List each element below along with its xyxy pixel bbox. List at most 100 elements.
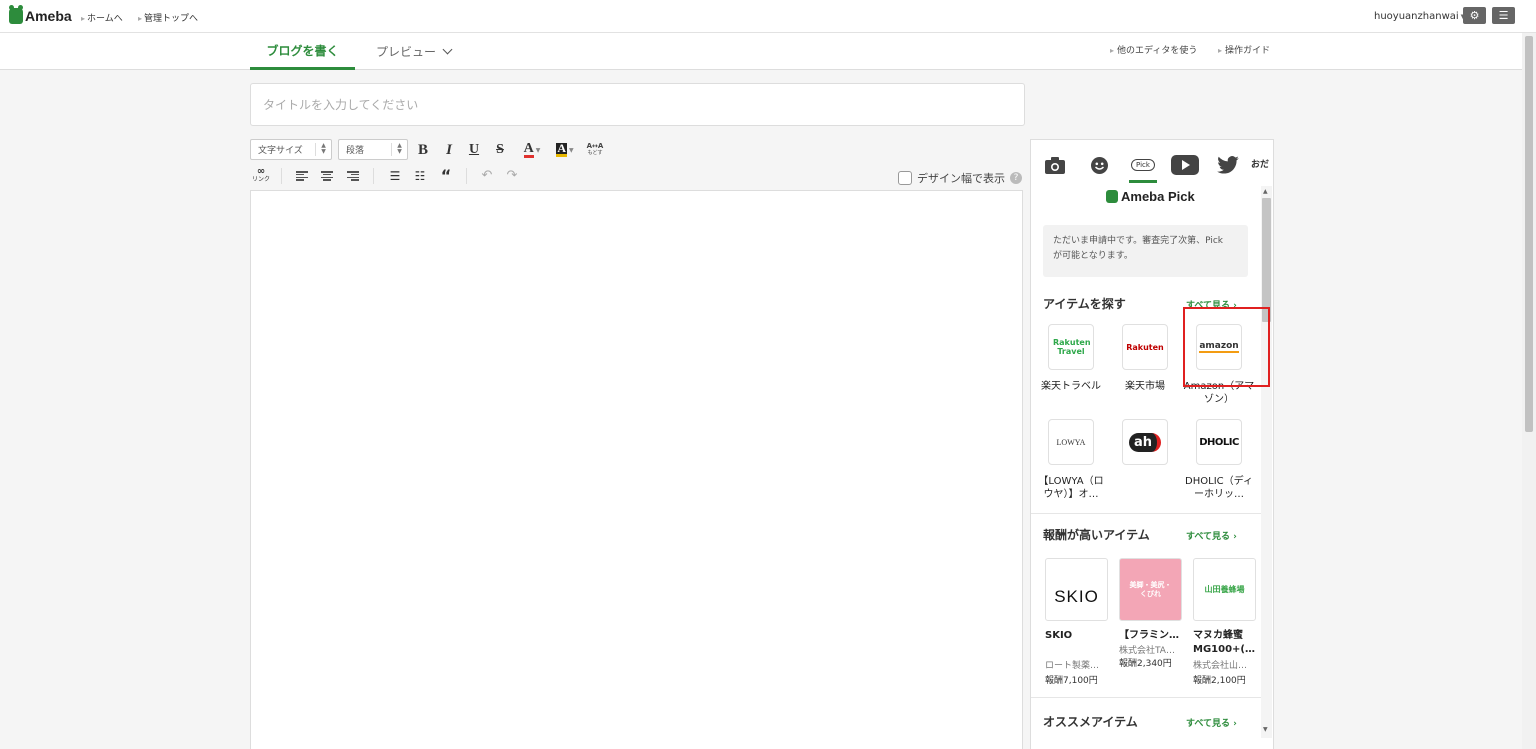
lowya-logo: LOWYA xyxy=(1056,437,1086,447)
reward-item-company: ロート製薬… xyxy=(1045,661,1100,671)
item-logo-lowya[interactable]: LOWYA xyxy=(1048,419,1094,465)
item-label-rakuten-travel[interactable]: 楽天トラベル xyxy=(1035,380,1107,393)
help-icon[interactable]: ? xyxy=(1010,172,1022,184)
reward-item-company: 株式会社山… xyxy=(1193,661,1248,671)
updown-icon: ▲ ▼ xyxy=(391,143,407,156)
home-link[interactable]: ホームへ xyxy=(81,11,123,24)
link-label: リンク xyxy=(251,176,270,183)
operation-guide-link[interactable]: 操作ガイド xyxy=(1218,43,1270,56)
caret-down-icon: ▼ xyxy=(569,146,574,154)
youtube-icon xyxy=(1171,155,1199,175)
section-title-recommend: オススメアイテム xyxy=(1043,715,1138,729)
reward-item-name[interactable]: 【フラミン… xyxy=(1119,629,1181,642)
align-right-icon xyxy=(347,171,359,181)
scroll-down-icon[interactable]: ▼ xyxy=(1263,726,1268,733)
yamada-bee-farm-logo: 山田養蜂場 xyxy=(1204,585,1245,594)
background-color-button[interactable]: A ▼ xyxy=(552,141,578,159)
item-label-rakuten[interactable]: 楽天市場 xyxy=(1109,380,1181,393)
item-label-dholic[interactable]: DHOLIC（ディーホリッ… xyxy=(1183,475,1255,501)
bullet-list-icon: ☰ xyxy=(389,168,401,183)
numbered-list-button[interactable]: ☷ xyxy=(412,168,428,183)
ameba-logo[interactable]: Ameba xyxy=(9,5,72,24)
reward-item-reward: 報酬2,340円 xyxy=(1119,659,1172,669)
pending-notice: ただいま申請中です。審査完了次第、Pick が可能となります。 xyxy=(1043,225,1248,277)
see-all-reward-link[interactable]: すべて見る › xyxy=(1186,529,1237,542)
italic-button[interactable]: I xyxy=(443,141,455,159)
ameba-pick-title: Ameba Pick xyxy=(1121,189,1195,204)
section-divider xyxy=(1031,697,1261,698)
reward-item-image[interactable]: 山田養蜂場 xyxy=(1193,558,1256,621)
clear-format-icon: A↔A xyxy=(586,142,604,150)
admin-top-link[interactable]: 管理トップへ xyxy=(138,11,198,24)
item-logo-dholic[interactable]: DHOLIC xyxy=(1196,419,1242,465)
page-scrollbar-thumb[interactable] xyxy=(1525,36,1533,432)
ameba-pick-logo: Ameba Pick xyxy=(1106,189,1195,204)
ameba-logo-text: Ameba xyxy=(25,8,72,24)
font-color-button[interactable]: A ▼ xyxy=(519,141,545,159)
align-center-icon xyxy=(321,171,333,181)
tab-preview-label: プレビュー xyxy=(376,45,437,59)
see-all-reward-label: すべて見る xyxy=(1186,532,1231,542)
tab-photo[interactable] xyxy=(1044,154,1066,176)
align-center-button[interactable] xyxy=(320,170,334,182)
editor-body[interactable] xyxy=(250,190,1023,749)
redo-button[interactable]: ↷ xyxy=(505,167,519,183)
tab-preview[interactable]: プレビュー xyxy=(376,33,453,70)
font-size-select-label: 文字サイズ xyxy=(258,146,303,156)
paragraph-select[interactable]: 段落 ▲ ▼ xyxy=(338,139,408,160)
item-logo-ah[interactable]: ah xyxy=(1122,419,1168,465)
underline-button[interactable]: U xyxy=(467,141,481,159)
align-right-button[interactable] xyxy=(346,170,360,182)
user-menu[interactable]: huoyuanzhanwai▼ xyxy=(1374,11,1466,22)
tab-twitter[interactable] xyxy=(1216,154,1240,176)
font-size-select[interactable]: 文字サイズ ▲ ▼ xyxy=(250,139,332,160)
item-logo-rakuten-travel[interactable]: Rakuten Travel xyxy=(1048,324,1094,370)
settings-button[interactable]: ⚙ xyxy=(1463,7,1486,24)
undo-button[interactable]: ↶ xyxy=(480,167,494,183)
tab-more[interactable]: おだ xyxy=(1250,154,1270,176)
reward-item-name-line2[interactable]: MG100+(… xyxy=(1193,643,1255,656)
tab-write-blog[interactable]: ブログを書く xyxy=(250,33,355,70)
design-width-checkbox[interactable] xyxy=(898,171,912,185)
align-left-button[interactable] xyxy=(295,170,309,182)
reward-item-company: 株式会社TA… xyxy=(1119,646,1175,656)
reward-item-name[interactable]: SKIO xyxy=(1045,629,1107,642)
tab-youtube[interactable] xyxy=(1170,154,1200,176)
align-left-icon xyxy=(296,171,308,181)
see-all-recommend-link[interactable]: すべて見る › xyxy=(1186,716,1237,729)
scroll-up-icon[interactable]: ▲ xyxy=(1263,188,1268,195)
item-logo-rakuten[interactable]: Rakuten xyxy=(1122,324,1168,370)
tab-emoji[interactable] xyxy=(1088,154,1110,176)
chevron-right-icon: › xyxy=(1233,532,1237,542)
strikethrough-button[interactable]: S xyxy=(493,141,507,159)
design-width-toggle[interactable]: デザイン幅で表示 ? xyxy=(898,170,1022,186)
blockquote-button[interactable]: “ xyxy=(439,166,453,185)
menu-button[interactable]: ☰ xyxy=(1492,7,1515,24)
other-editor-link[interactable]: 他のエディタを使う xyxy=(1110,43,1197,56)
chevron-right-icon: › xyxy=(1233,719,1237,729)
top-bar: Ameba ホームへ 管理トップへ huoyuanzhanwai▼ ⚙ ☰ xyxy=(0,0,1536,33)
rakuten-logo: Rakuten xyxy=(1126,342,1164,352)
clear-format-button[interactable]: A↔A もどす xyxy=(585,141,605,159)
active-tab-indicator xyxy=(1129,180,1157,183)
panel-scrollbar-thumb[interactable] xyxy=(1262,198,1271,322)
ah-logo: ah xyxy=(1128,432,1162,452)
bold-button[interactable]: B xyxy=(416,141,430,159)
bullet-list-button[interactable]: ☰ xyxy=(387,168,403,183)
link-icon: ∞ xyxy=(256,166,266,177)
tab-pick[interactable]: Pick xyxy=(1129,154,1157,176)
ameba-frog-icon xyxy=(1106,190,1118,203)
reward-item-name[interactable]: マヌカ蜂蜜 xyxy=(1193,629,1255,642)
twitter-icon xyxy=(1217,156,1239,174)
highlight-box xyxy=(1183,307,1270,387)
dholic-logo: DHOLIC xyxy=(1199,436,1239,448)
reward-item-image[interactable]: SKIO xyxy=(1045,558,1108,621)
link-button[interactable]: ∞ リンク xyxy=(251,167,271,185)
smiley-icon xyxy=(1090,156,1108,174)
title-input[interactable] xyxy=(250,83,1025,126)
item-label-lowya[interactable]: 【LOWYA（ロウヤ）】オ… xyxy=(1035,475,1107,501)
pending-notice-text: ただいま申請中です。審査完了次第、Pick が可能となります。 xyxy=(1053,236,1223,261)
reward-item-image[interactable]: 美脚・美尻・くびれ xyxy=(1119,558,1182,621)
ameba-frog-icon xyxy=(9,5,23,24)
section-title-search: アイテムを探す xyxy=(1043,297,1126,311)
